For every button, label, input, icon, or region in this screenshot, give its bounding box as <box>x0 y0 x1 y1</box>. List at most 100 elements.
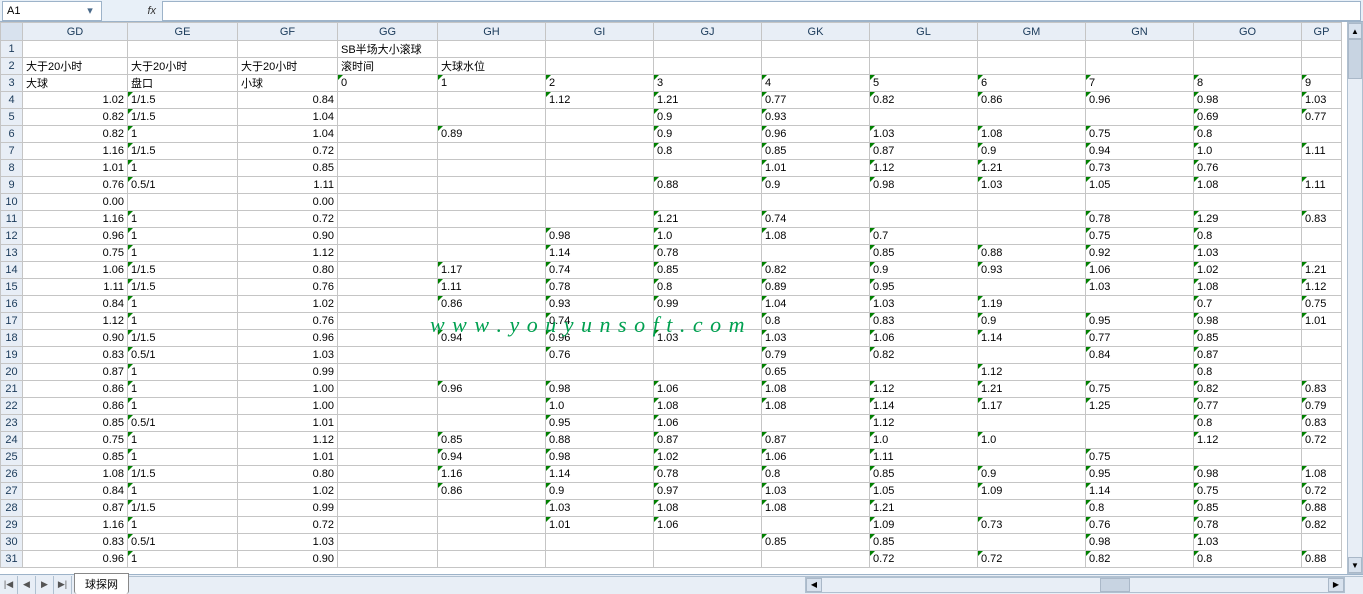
cell-GG29[interactable] <box>338 517 438 534</box>
cell-GL23[interactable]: 1.12 <box>870 415 978 432</box>
cell-GF3[interactable]: 小球 <box>238 75 338 92</box>
cell-GP15[interactable]: 1.12 <box>1302 279 1342 296</box>
cell-GJ24[interactable]: 0.87 <box>654 432 762 449</box>
cell-GG27[interactable] <box>338 483 438 500</box>
row-header-15[interactable]: 15 <box>1 279 23 296</box>
cell-GG15[interactable] <box>338 279 438 296</box>
cell-GM17[interactable]: 0.9 <box>978 313 1086 330</box>
cell-GH5[interactable] <box>438 109 546 126</box>
cell-GP8[interactable] <box>1302 160 1342 177</box>
row-header-7[interactable]: 7 <box>1 143 23 160</box>
cell-GL18[interactable]: 1.06 <box>870 330 978 347</box>
cell-GF31[interactable]: 0.90 <box>238 551 338 568</box>
cell-GL29[interactable]: 1.09 <box>870 517 978 534</box>
cell-GP28[interactable]: 0.88 <box>1302 500 1342 517</box>
cell-GK31[interactable] <box>762 551 870 568</box>
cell-GK27[interactable]: 1.03 <box>762 483 870 500</box>
cell-GH21[interactable]: 0.96 <box>438 381 546 398</box>
cell-GN29[interactable]: 0.76 <box>1086 517 1194 534</box>
cell-GN18[interactable]: 0.77 <box>1086 330 1194 347</box>
cell-GH14[interactable]: 1.17 <box>438 262 546 279</box>
cell-GN8[interactable]: 0.73 <box>1086 160 1194 177</box>
row-header-10[interactable]: 10 <box>1 194 23 211</box>
cell-GI28[interactable]: 1.03 <box>546 500 654 517</box>
cell-GL11[interactable] <box>870 211 978 228</box>
cell-GL10[interactable] <box>870 194 978 211</box>
cell-GL28[interactable]: 1.21 <box>870 500 978 517</box>
cell-GD11[interactable]: 1.16 <box>23 211 128 228</box>
cell-GD13[interactable]: 0.75 <box>23 245 128 262</box>
cell-GI4[interactable]: 1.12 <box>546 92 654 109</box>
cell-GH26[interactable]: 1.16 <box>438 466 546 483</box>
cell-GM6[interactable]: 1.08 <box>978 126 1086 143</box>
cell-GM5[interactable] <box>978 109 1086 126</box>
cell-GN22[interactable]: 1.25 <box>1086 398 1194 415</box>
cell-GF6[interactable]: 1.04 <box>238 126 338 143</box>
cell-GM24[interactable]: 1.0 <box>978 432 1086 449</box>
cell-GK5[interactable]: 0.93 <box>762 109 870 126</box>
cell-GK18[interactable]: 1.03 <box>762 330 870 347</box>
cell-GO9[interactable]: 1.08 <box>1194 177 1302 194</box>
cell-GL2[interactable] <box>870 58 978 75</box>
cell-GE19[interactable]: 0.5/1 <box>128 347 238 364</box>
cell-GN23[interactable] <box>1086 415 1194 432</box>
cell-GP30[interactable] <box>1302 534 1342 551</box>
cell-GP26[interactable]: 1.08 <box>1302 466 1342 483</box>
cell-GH29[interactable] <box>438 517 546 534</box>
cell-GK17[interactable]: 0.8 <box>762 313 870 330</box>
cell-GE16[interactable]: 1 <box>128 296 238 313</box>
cell-GE29[interactable]: 1 <box>128 517 238 534</box>
cell-GK14[interactable]: 0.82 <box>762 262 870 279</box>
sheet-tab[interactable]: 球探网 <box>74 573 129 594</box>
cell-GE13[interactable]: 1 <box>128 245 238 262</box>
cell-GH11[interactable] <box>438 211 546 228</box>
scroll-up-icon[interactable]: ▲ <box>1348 23 1362 39</box>
cell-GD19[interactable]: 0.83 <box>23 347 128 364</box>
cell-GI21[interactable]: 0.98 <box>546 381 654 398</box>
cell-GP20[interactable] <box>1302 364 1342 381</box>
cell-GD16[interactable]: 0.84 <box>23 296 128 313</box>
cell-GE25[interactable]: 1 <box>128 449 238 466</box>
row-header-19[interactable]: 19 <box>1 347 23 364</box>
cell-GE17[interactable]: 1 <box>128 313 238 330</box>
cell-GN6[interactable]: 0.75 <box>1086 126 1194 143</box>
cell-GN5[interactable] <box>1086 109 1194 126</box>
cell-GP16[interactable]: 0.75 <box>1302 296 1342 313</box>
cell-GP31[interactable]: 0.88 <box>1302 551 1342 568</box>
row-header-5[interactable]: 5 <box>1 109 23 126</box>
cell-GG17[interactable] <box>338 313 438 330</box>
cell-GK11[interactable]: 0.74 <box>762 211 870 228</box>
cell-GL17[interactable]: 0.83 <box>870 313 978 330</box>
row-header-11[interactable]: 11 <box>1 211 23 228</box>
cell-GP11[interactable]: 0.83 <box>1302 211 1342 228</box>
cell-GP29[interactable]: 0.82 <box>1302 517 1342 534</box>
col-header-GI[interactable]: GI <box>546 23 654 41</box>
cell-GH1[interactable] <box>438 41 546 58</box>
cell-GJ27[interactable]: 0.97 <box>654 483 762 500</box>
cell-GO6[interactable]: 0.8 <box>1194 126 1302 143</box>
cell-GH17[interactable] <box>438 313 546 330</box>
cell-GE30[interactable]: 0.5/1 <box>128 534 238 551</box>
row-header-9[interactable]: 9 <box>1 177 23 194</box>
cell-GN28[interactable]: 0.8 <box>1086 500 1194 517</box>
cell-GL30[interactable]: 0.85 <box>870 534 978 551</box>
cell-GI6[interactable] <box>546 126 654 143</box>
cell-GF14[interactable]: 0.80 <box>238 262 338 279</box>
cell-GE6[interactable]: 1 <box>128 126 238 143</box>
cell-GN20[interactable] <box>1086 364 1194 381</box>
cell-GG19[interactable] <box>338 347 438 364</box>
cell-GD31[interactable]: 0.96 <box>23 551 128 568</box>
cell-GH30[interactable] <box>438 534 546 551</box>
cell-GK9[interactable]: 0.9 <box>762 177 870 194</box>
cell-GL3[interactable]: 5 <box>870 75 978 92</box>
cell-GH27[interactable]: 0.86 <box>438 483 546 500</box>
cell-GP24[interactable]: 0.72 <box>1302 432 1342 449</box>
cell-GO29[interactable]: 0.78 <box>1194 517 1302 534</box>
hscroll-track[interactable] <box>822 578 1328 592</box>
row-header-26[interactable]: 26 <box>1 466 23 483</box>
cell-GM16[interactable]: 1.19 <box>978 296 1086 313</box>
cell-GO13[interactable]: 1.03 <box>1194 245 1302 262</box>
cell-GJ7[interactable]: 0.8 <box>654 143 762 160</box>
cell-GH13[interactable] <box>438 245 546 262</box>
formula-input[interactable] <box>162 1 1361 21</box>
